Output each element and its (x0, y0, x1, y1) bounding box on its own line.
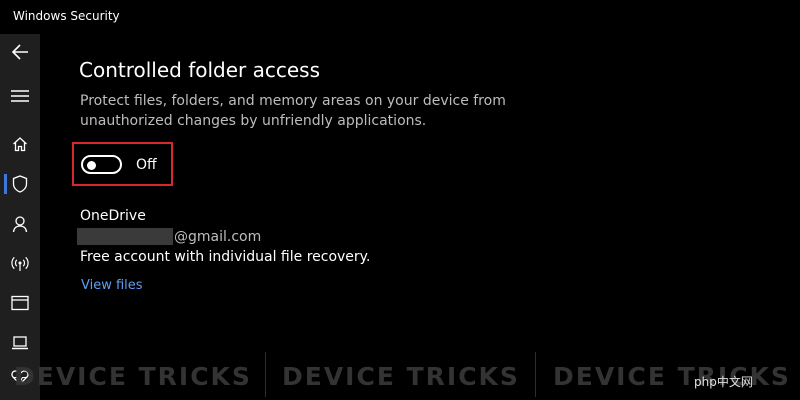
title-bar: Windows Security (0, 0, 800, 34)
toggle-state-label: Off (136, 157, 157, 173)
onedrive-description: Free account with individual file recove… (80, 249, 371, 265)
watermark-divider (265, 352, 266, 397)
account-icon[interactable] (0, 208, 40, 240)
controlled-folder-access-toggle[interactable] (81, 155, 122, 174)
view-files-link[interactable]: View files (81, 278, 143, 293)
device-icon[interactable] (0, 327, 40, 359)
app-browser-icon[interactable] (0, 287, 40, 319)
watermark-text: DEVICE TRICKS (282, 362, 520, 391)
main-content: Controlled folder access Protect files, … (40, 34, 800, 400)
shield-icon[interactable] (0, 168, 40, 200)
watermark-divider (535, 352, 536, 397)
nav-rail (0, 34, 40, 400)
menu-icon[interactable] (0, 80, 40, 112)
watermark-text: DEVICE TRICKS (553, 362, 791, 391)
wireless-icon[interactable] (0, 248, 40, 280)
back-icon[interactable] (0, 36, 40, 68)
home-icon[interactable] (0, 128, 40, 160)
page-title: Controlled folder access (79, 58, 321, 82)
toggle-knob (87, 160, 96, 170)
page-description: Protect files, folders, and memory areas… (80, 93, 506, 129)
window-title: Windows Security (13, 9, 120, 23)
watermark-brand: php中文网 (694, 375, 753, 389)
redacted-email-mask (77, 228, 173, 245)
onedrive-title: OneDrive (80, 208, 146, 224)
onedrive-email: @gmail.com (174, 229, 262, 245)
watermark-text: DEVICE TRICKS (14, 362, 252, 391)
